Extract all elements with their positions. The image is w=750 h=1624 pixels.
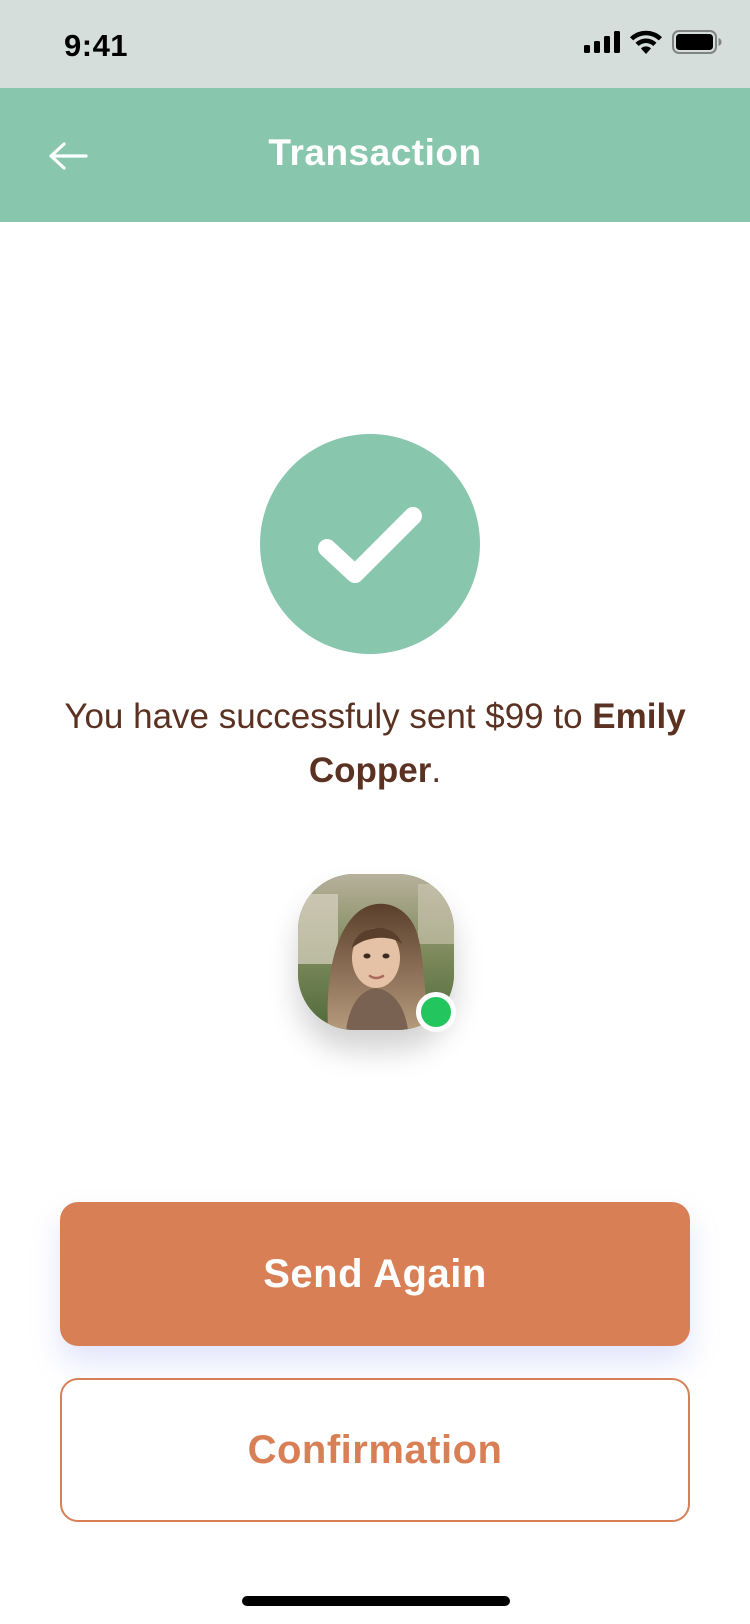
success-badge	[260, 434, 480, 654]
status-bar: 9:41	[0, 0, 750, 88]
success-message-suffix: .	[431, 751, 442, 790]
online-status-dot	[416, 992, 456, 1032]
battery-icon	[672, 30, 722, 54]
status-icons	[584, 30, 722, 54]
confirmation-button[interactable]: Confirmation	[60, 1378, 690, 1522]
home-indicator[interactable]	[242, 1596, 510, 1606]
checkmark-icon	[318, 507, 422, 583]
header: Transaction	[0, 88, 750, 222]
success-message: You have successfuly sent $99 to Emily C…	[60, 690, 690, 798]
success-message-text: You have successfuly sent $99 to	[64, 697, 593, 736]
send-again-button[interactable]: Send Again	[60, 1202, 690, 1346]
page-title: Transaction	[268, 132, 482, 173]
transaction-success-screen: 9:41 Transaction You have successfuly se…	[0, 0, 750, 1624]
recipient-avatar-wrapper	[298, 874, 456, 1032]
status-time: 9:41	[64, 28, 129, 63]
cellular-signal-icon	[584, 31, 620, 53]
wifi-icon	[630, 30, 662, 54]
